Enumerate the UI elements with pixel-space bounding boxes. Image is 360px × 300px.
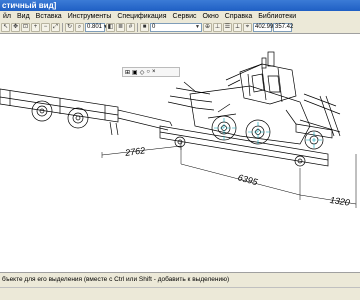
- color-icon[interactable]: ■: [140, 22, 149, 32]
- toolbar-divider: [62, 22, 63, 32]
- menu-libraries[interactable]: Библиотеки: [255, 13, 299, 20]
- menu-window[interactable]: Окно: [200, 13, 222, 20]
- main-toolbar: ↖ ✥ ⊡ + − ⤢ ↻ ⌕ 0.801▼ ◧ ≣ # ■ 0▼ ⊕ ⊥ ☰ …: [0, 21, 360, 34]
- scale-value: 0.801: [87, 23, 103, 30]
- dimension-1320: 1320: [329, 195, 350, 208]
- layers-icon[interactable]: ≣: [116, 22, 125, 32]
- exhaust-pipe: [267, 51, 275, 67]
- snap-point-icon[interactable]: ⊞: [125, 69, 130, 76]
- select-tool-icon[interactable]: ↖: [1, 22, 10, 32]
- floating-snap-panel[interactable]: ⊞ ▣ ◇ ○ ×: [122, 67, 180, 77]
- menu-view[interactable]: Вид: [14, 13, 33, 20]
- menu-file[interactable]: йл: [0, 13, 14, 20]
- trailer-wheel-front: [31, 100, 53, 122]
- coord-x-field[interactable]: 402.99: [253, 22, 273, 32]
- zoom-out-icon[interactable]: −: [41, 22, 50, 32]
- grid-icon[interactable]: #: [126, 22, 135, 32]
- technical-drawing: 2762 6395 1320: [0, 51, 357, 208]
- window-title-bar: стичный вид]: [0, 0, 360, 11]
- dimension-2762: 2762: [124, 145, 146, 158]
- measure-icon[interactable]: ⟂: [233, 22, 242, 32]
- menu-bar: йл Вид Вставка Инструменты Спецификация …: [0, 11, 360, 21]
- magnifier-icon[interactable]: ⌕: [75, 22, 84, 32]
- cursor-icon[interactable]: ⌖: [243, 22, 252, 32]
- menu-insert[interactable]: Вставка: [33, 13, 65, 20]
- chevron-down-icon: ▼: [195, 23, 200, 30]
- dimension-6395: 6395: [237, 172, 260, 187]
- snap-angle-icon[interactable]: ◇: [140, 69, 145, 76]
- scale-combo[interactable]: 0.801▼: [85, 22, 108, 32]
- coord-y-field[interactable]: 357.42: [273, 22, 293, 32]
- menu-tools[interactable]: Инструменты: [65, 13, 115, 20]
- zoom-fit-icon[interactable]: ⤢: [51, 22, 60, 32]
- zoom-window-icon[interactable]: ⊡: [21, 22, 30, 32]
- trailer-deck: [0, 88, 119, 123]
- menu-help[interactable]: Справка: [222, 13, 255, 20]
- layer-value: 0: [152, 23, 156, 30]
- snap-close-icon[interactable]: ×: [152, 69, 156, 75]
- status-hint: бъекте для его выделения (вместе с Ctrl …: [2, 276, 230, 283]
- snap-icon[interactable]: ⊕: [203, 22, 212, 32]
- toolbar-divider: [137, 22, 138, 32]
- menu-specification[interactable]: Спецификация: [114, 13, 169, 20]
- drawing-canvas[interactable]: 2762 6395 1320 ⊞ ▣ ◇ ○ ×: [0, 34, 360, 272]
- pan-tool-icon[interactable]: ✥: [11, 22, 20, 32]
- refresh-icon[interactable]: ↻: [65, 22, 74, 32]
- status-divider: [0, 287, 360, 288]
- layer-settings-icon[interactable]: ◧: [106, 22, 115, 32]
- properties-icon[interactable]: ☰: [223, 22, 232, 32]
- window-title: стичный вид]: [2, 1, 57, 10]
- snap-node-icon[interactable]: ○: [146, 69, 150, 75]
- status-bar: бъекте для его выделения (вместе с Ctrl …: [0, 272, 360, 300]
- snap-grid-icon[interactable]: ▣: [132, 69, 138, 76]
- ortho-icon[interactable]: ⊥: [213, 22, 222, 32]
- zoom-in-icon[interactable]: +: [31, 22, 40, 32]
- layer-combo[interactable]: 0 ▼: [150, 22, 202, 32]
- menu-service[interactable]: Сервис: [170, 13, 200, 20]
- trailer-wheel-rear: [67, 107, 89, 129]
